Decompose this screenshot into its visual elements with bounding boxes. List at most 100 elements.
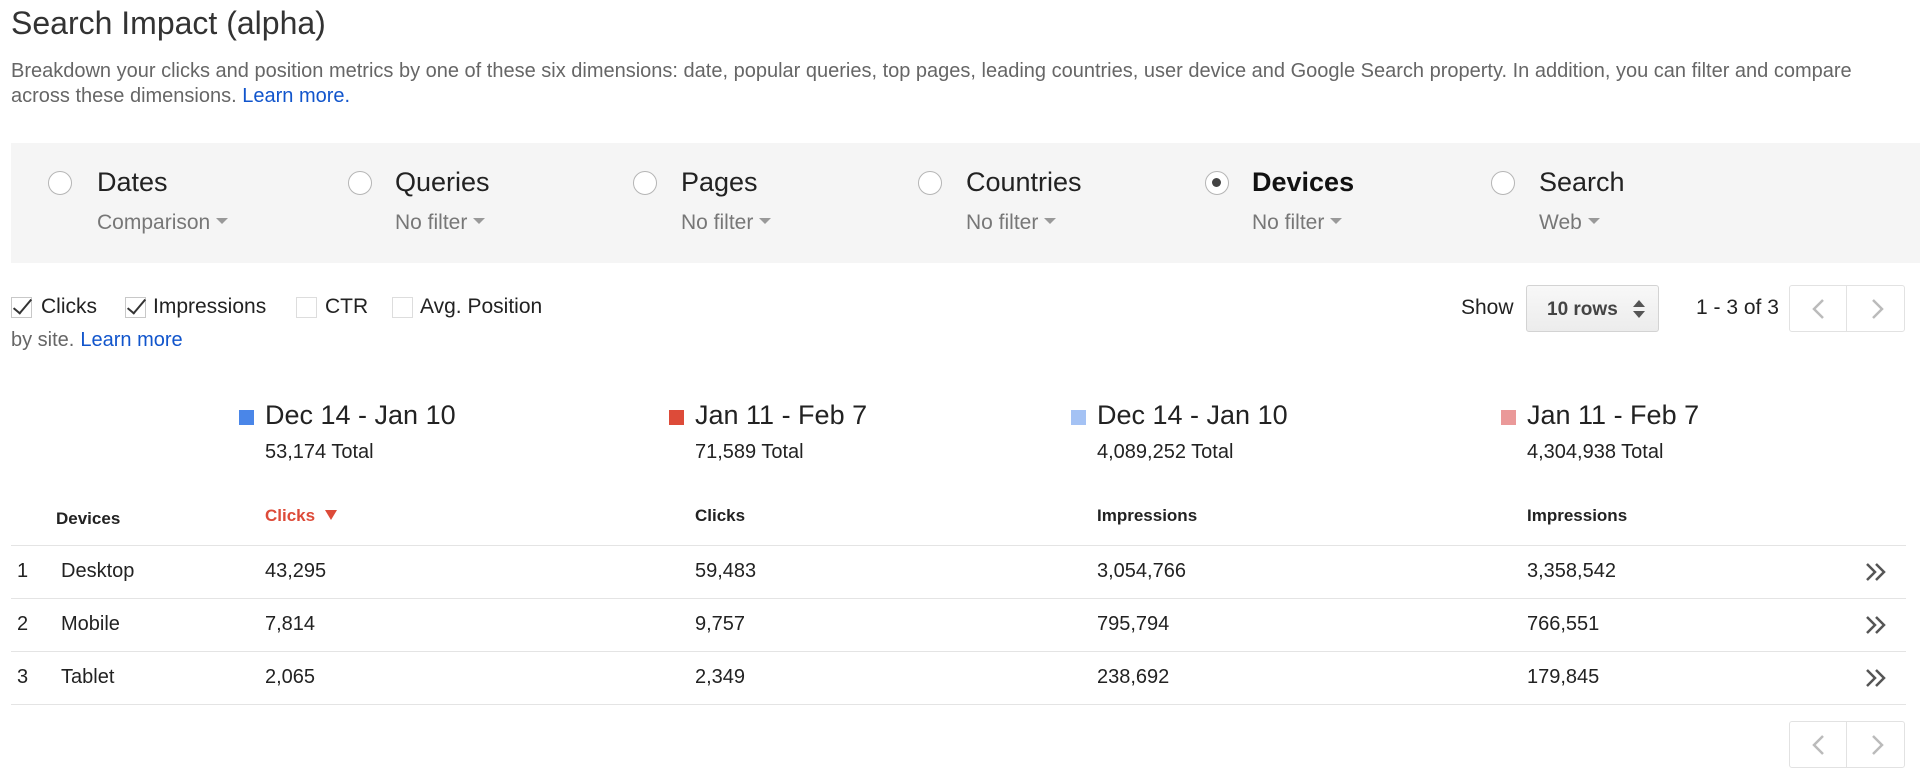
row-device: Desktop xyxy=(61,560,135,582)
series-range: Jan 11 - Feb 7 xyxy=(695,400,868,430)
metric-label: Avg. Position xyxy=(420,295,543,318)
filter-label: Comparison xyxy=(97,211,211,234)
row-device: Tablet xyxy=(61,666,115,688)
prev-page-button[interactable] xyxy=(1790,286,1847,331)
checkbox-checked-icon[interactable] xyxy=(125,297,146,318)
series-color-swatch xyxy=(239,410,254,425)
filter-label: Web xyxy=(1539,211,1582,234)
row-value: 766,551 xyxy=(1527,613,1600,635)
row-value: 795,794 xyxy=(1097,613,1170,635)
select-arrows-icon xyxy=(1633,300,1645,318)
filter-label: No filter xyxy=(966,211,1039,234)
chevron-down-icon xyxy=(473,218,486,225)
chevron-left-icon xyxy=(1812,735,1824,755)
chevron-right-icon xyxy=(1872,299,1884,319)
filter-label: No filter xyxy=(1252,211,1325,234)
dimension-label: Dates xyxy=(97,167,168,197)
rows-per-page-select[interactable]: 10 rows xyxy=(1526,285,1659,332)
page-title: Search Impact (alpha) xyxy=(11,5,326,41)
next-page-button[interactable] xyxy=(1848,286,1905,331)
series-range: Dec 14 - Jan 10 xyxy=(1097,400,1288,430)
filter-label: No filter xyxy=(395,211,468,234)
series-color-swatch xyxy=(1501,410,1516,425)
countries-filter-dropdown[interactable]: No filter xyxy=(966,211,1057,235)
dimension-label: Queries xyxy=(395,167,490,197)
dates-filter-dropdown[interactable]: Comparison xyxy=(97,211,229,235)
dimension-label: Search xyxy=(1539,167,1625,197)
sort-descending-icon xyxy=(325,509,338,520)
next-page-button[interactable] xyxy=(1848,722,1905,767)
chevron-down-icon xyxy=(216,218,229,225)
row-value: 43,295 xyxy=(265,560,327,582)
column-header-impressions[interactable]: Impressions xyxy=(1527,506,1627,526)
chevron-down-icon xyxy=(1044,218,1057,225)
column-header-clicks[interactable]: Clicks xyxy=(695,506,745,526)
series-total: 53,174 Total xyxy=(265,441,374,463)
chevron-down-icon xyxy=(759,218,772,225)
row-value: 2,349 xyxy=(695,666,746,688)
devices-radio[interactable] xyxy=(1205,171,1229,195)
expand-row-icon[interactable] xyxy=(1864,614,1888,636)
table-row[interactable]: 1 Desktop 43,295 59,483 3,054,766 3,358,… xyxy=(11,546,1906,598)
series-range: Dec 14 - Jan 10 xyxy=(265,400,456,430)
column-header-label: Clicks xyxy=(265,506,316,525)
countries-radio[interactable] xyxy=(918,171,942,195)
chevron-down-icon xyxy=(1587,218,1600,225)
pagination-bottom xyxy=(1789,721,1905,768)
row-value: 3,054,766 xyxy=(1097,560,1186,582)
queries-filter-dropdown[interactable]: No filter xyxy=(395,211,486,235)
pages-filter-dropdown[interactable]: No filter xyxy=(681,211,772,235)
row-index: 2 xyxy=(17,613,29,635)
dimension-bar: Dates Comparison Queries No filter Pages… xyxy=(11,143,1920,263)
show-label: Show xyxy=(1461,296,1514,319)
expand-row-icon[interactable] xyxy=(1864,561,1888,583)
column-header-devices[interactable]: Devices xyxy=(56,509,120,529)
column-header-impressions[interactable]: Impressions xyxy=(1097,506,1197,526)
table-row[interactable]: 2 Mobile 7,814 9,757 795,794 766,551 xyxy=(11,599,1906,651)
rows-value: 10 rows xyxy=(1547,299,1618,320)
row-value: 7,814 xyxy=(265,613,316,635)
series-total: 4,304,938 Total xyxy=(1527,441,1664,463)
row-device: Mobile xyxy=(61,613,120,635)
row-index: 3 xyxy=(17,666,29,688)
row-value: 238,692 xyxy=(1097,666,1170,688)
row-value: 59,483 xyxy=(695,560,757,582)
table-row[interactable]: 3 Tablet 2,065 2,349 238,692 179,845 xyxy=(11,652,1906,704)
bysite-text: by site. xyxy=(11,329,75,351)
filter-label: No filter xyxy=(681,211,754,234)
dates-radio[interactable] xyxy=(48,171,72,195)
metric-label: Clicks xyxy=(41,295,97,318)
divider xyxy=(11,704,1906,705)
series-total: 71,589 Total xyxy=(695,441,804,463)
pages-radio[interactable] xyxy=(633,171,657,195)
series-range: Jan 11 - Feb 7 xyxy=(1527,400,1700,430)
search-filter-dropdown[interactable]: Web xyxy=(1539,211,1600,235)
dimension-label: Pages xyxy=(681,167,758,197)
page-description: Breakdown your clicks and position metri… xyxy=(11,59,1911,109)
row-value: 3,358,542 xyxy=(1527,560,1616,582)
checkbox-icon[interactable] xyxy=(392,297,413,318)
chevron-down-icon xyxy=(1330,218,1343,225)
checkbox-icon[interactable] xyxy=(296,297,317,318)
prev-page-button[interactable] xyxy=(1790,722,1847,767)
pagination-range: 1 - 3 of 3 xyxy=(1696,296,1779,319)
column-header-clicks-sorted[interactable]: Clicks xyxy=(265,506,338,526)
dimension-label: Countries xyxy=(966,167,1082,197)
learn-more-link[interactable]: Learn more. xyxy=(242,85,350,107)
series-color-swatch xyxy=(669,410,684,425)
checkbox-checked-icon[interactable] xyxy=(11,297,32,318)
devices-filter-dropdown[interactable]: No filter xyxy=(1252,211,1343,235)
series-total: 4,089,252 Total xyxy=(1097,441,1234,463)
expand-row-icon[interactable] xyxy=(1864,667,1888,689)
dimension-label: Devices xyxy=(1252,167,1355,197)
metric-label: Impressions xyxy=(153,295,267,318)
pagination-top xyxy=(1789,285,1905,332)
search-radio[interactable] xyxy=(1491,171,1515,195)
bysite-learn-more-link[interactable]: Learn more xyxy=(80,329,182,351)
metric-label: CTR xyxy=(325,295,369,318)
queries-radio[interactable] xyxy=(348,171,372,195)
series-color-swatch xyxy=(1071,410,1086,425)
chevron-right-icon xyxy=(1872,735,1884,755)
chevron-left-icon xyxy=(1812,299,1824,319)
row-index: 1 xyxy=(17,560,29,582)
